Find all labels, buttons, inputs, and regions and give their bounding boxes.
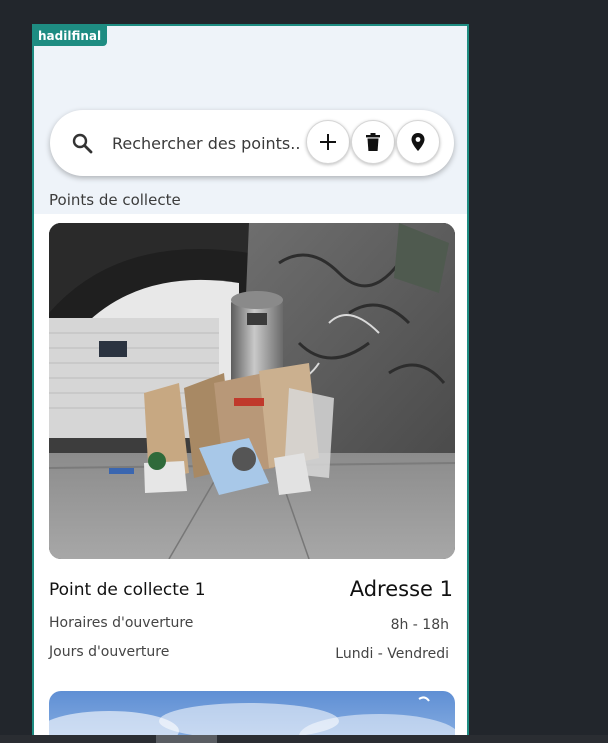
trash-photo	[49, 223, 455, 559]
days-value: Lundi - Vendredi	[335, 646, 449, 662]
horizontal-scrollbar[interactable]	[0, 735, 608, 743]
plus-icon	[320, 134, 336, 150]
card-address: Adresse 1	[349, 577, 453, 601]
hours-value: 8h - 18h	[390, 617, 449, 633]
search-input[interactable]	[112, 130, 302, 156]
scrollbar-thumb[interactable]	[156, 735, 217, 743]
hours-label: Horaires d'ouverture	[49, 615, 194, 631]
location-pin-icon	[411, 133, 425, 151]
app-frame: hadilfinal Points de coll	[32, 24, 469, 743]
delete-button[interactable]	[351, 120, 395, 164]
trash-icon	[366, 133, 380, 151]
section-title: Points de collecte	[49, 191, 181, 209]
search-icon[interactable]	[70, 131, 94, 155]
app-badge: hadilfinal	[34, 26, 108, 46]
days-label: Jours d'ouverture	[49, 644, 170, 660]
add-point-button[interactable]	[306, 120, 350, 164]
location-button[interactable]	[396, 120, 440, 164]
card-title: Point de collecte 1	[49, 580, 206, 600]
collection-point-image[interactable]	[49, 223, 455, 559]
search-bar	[50, 110, 454, 176]
